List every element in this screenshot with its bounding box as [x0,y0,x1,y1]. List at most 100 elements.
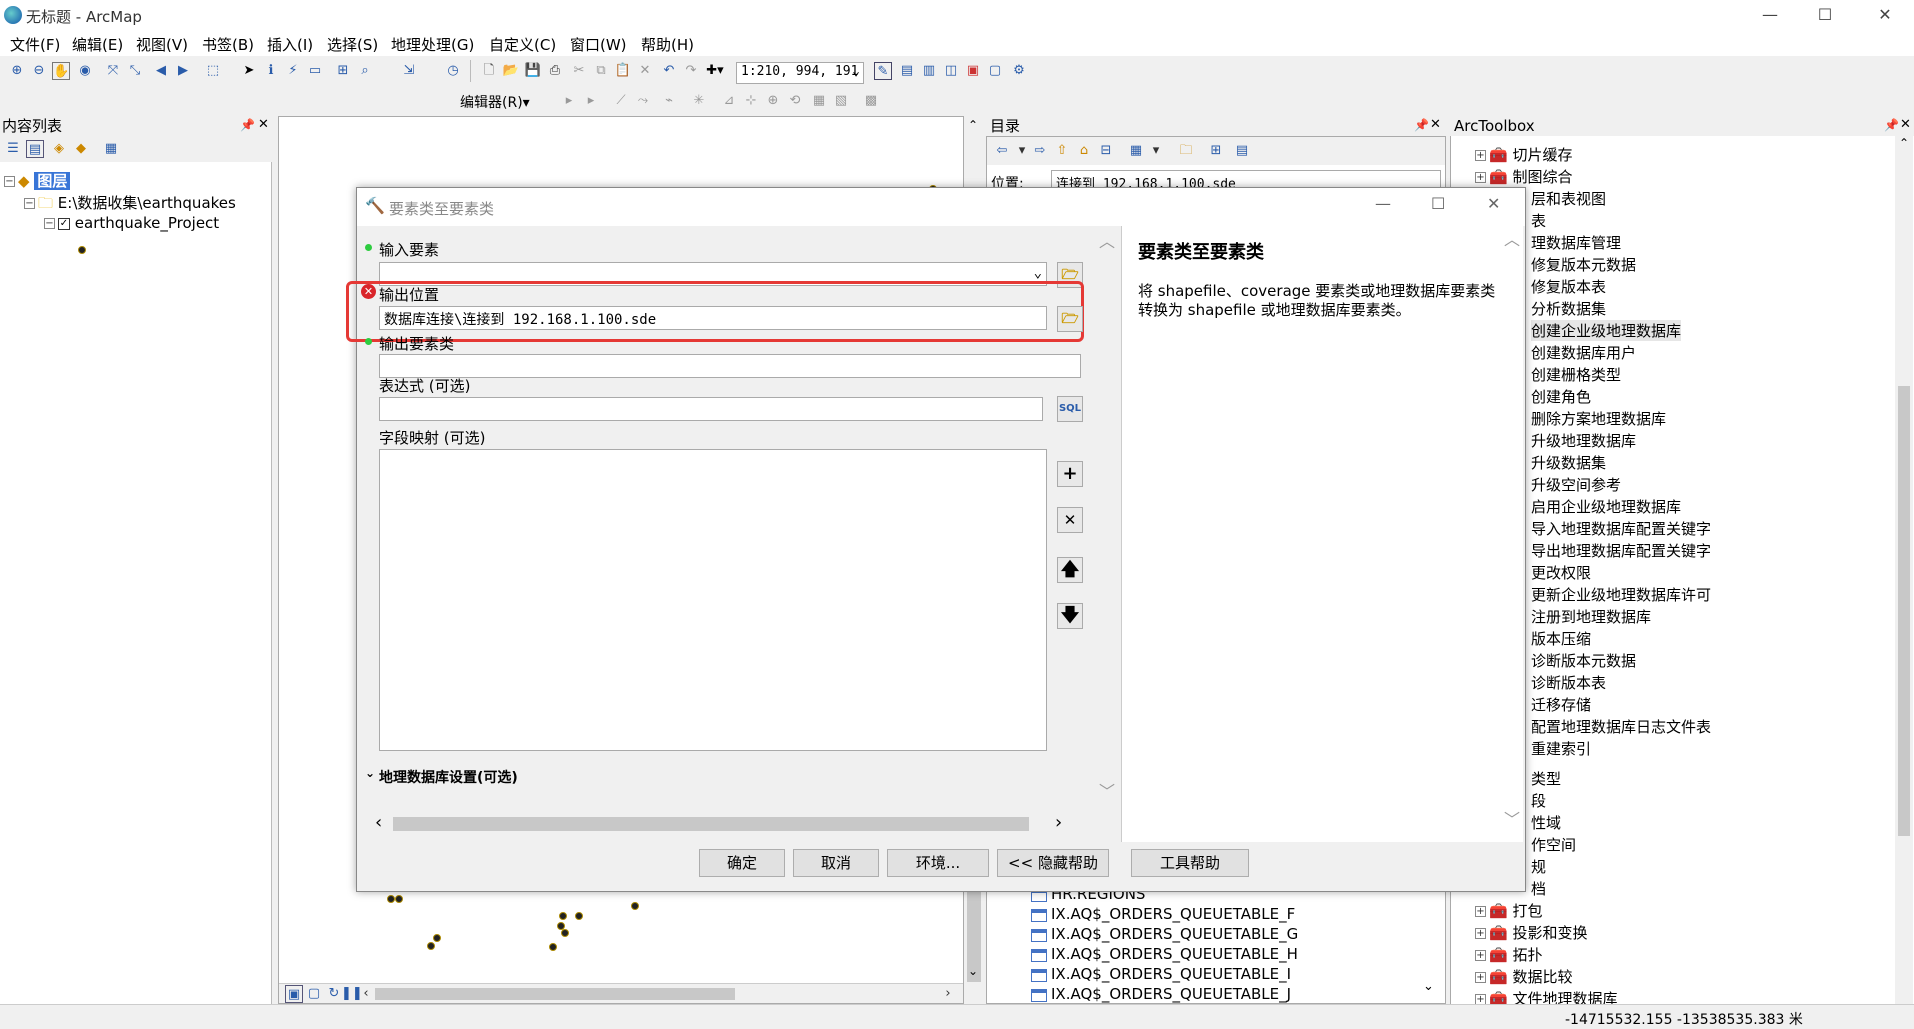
menu-insert[interactable]: 插入(I) [267,34,313,55]
move-down-button[interactable]: 🡇 [1057,603,1083,629]
forward-icon[interactable]: ▶ [174,62,192,80]
toolset-item[interactable]: 段 [1531,790,1546,811]
chevron-down-icon[interactable]: ⌄ [1034,265,1042,281]
maximize-button[interactable]: ☐ [1431,194,1445,213]
full-extent-icon[interactable]: ◉ [76,62,94,80]
tool-item[interactable]: 升级数据集 [1531,452,1606,473]
find-route-icon[interactable]: ⇲ [400,62,418,80]
toolset-item[interactable]: 表 [1531,210,1546,231]
open-icon[interactable]: 📂 [502,62,520,80]
measure-icon[interactable]: ⊞ [334,62,352,80]
catalog-item[interactable]: IX.AQ$_ORDERS_QUEUETABLE_F [1051,905,1295,923]
menu-window[interactable]: 窗口(W) [570,34,627,55]
close-icon[interactable]: ✕ [1900,117,1911,132]
fixed-zoom-out-icon[interactable]: ⤡ [126,62,144,80]
menu-select[interactable]: 选择(S) [327,34,378,55]
model-builder-icon[interactable]: ⚙ [1010,62,1028,80]
rotate-icon[interactable]: ⟲ [786,92,804,110]
hyperlink-icon[interactable]: ⚡ [284,62,302,80]
close-button[interactable]: ✕ [1487,194,1500,213]
tool-item[interactable]: 升级空间参考 [1531,474,1621,495]
trace-icon[interactable]: ⌁ [660,92,678,110]
toolset-item[interactable]: 层和表视图 [1531,188,1606,209]
up-one-level-icon[interactable]: ⇧ [1053,142,1071,160]
vertical-scrollbar[interactable]: ⌃ [1895,136,1913,1004]
expand-icon[interactable]: + [1475,972,1486,983]
expression-field[interactable] [379,397,1043,421]
straight-segment-icon[interactable]: ⟋ [612,92,630,110]
menu-bookmarks[interactable]: 书签(B) [202,34,254,55]
edit-tool-icon[interactable]: ▸ [560,92,578,110]
snapping-icon[interactable]: ✳ [690,92,708,110]
tool-help-button[interactable]: 工具帮助 [1131,849,1249,877]
python-window-icon[interactable]: ▢ [986,62,1004,80]
geodatabase-settings-label[interactable]: 地理数据库设置(可选) [379,767,518,787]
views-icon[interactable]: ▦ [1127,142,1145,160]
tool-item[interactable]: 创建数据库用户 [1531,342,1636,363]
zoom-out-icon[interactable]: ⊖ [30,62,48,80]
data-view-icon[interactable]: ▣ [285,985,303,1003]
menu-geoprocessing[interactable]: 地理处理(G) [391,34,474,55]
expand-icon[interactable]: + [1475,150,1486,161]
minimize-button[interactable]: — [1750,4,1790,26]
tool-item[interactable]: 注册到地理数据库 [1531,606,1651,627]
scroll-up-icon[interactable]: ︿ [1504,226,1520,250]
catalog-item[interactable]: IX.AQ$_ORDERS_QUEUETABLE_J [1051,985,1291,1003]
toolset-item[interactable]: + 🧰 拓扑 [1475,944,1542,965]
arctoolbox-icon[interactable]: ▣ [964,62,982,80]
find-icon[interactable]: ⌕ [356,62,374,80]
scroll-down-icon[interactable]: ⌄ [1423,979,1434,994]
map-scale-combo[interactable]: 1:210, 994, 191 ⌄ [736,62,864,84]
menu-edit[interactable]: 编辑(E) [72,34,123,55]
catalog-item[interactable]: IX.AQ$_ORDERS_QUEUETABLE_I [1051,965,1291,983]
scroll-up-icon[interactable]: ⌃ [968,118,978,132]
vertical-scrollbar-thumb[interactable] [1898,386,1910,836]
field-mapping-list[interactable] [379,449,1047,751]
undo-icon[interactable]: ↶ [660,62,678,80]
sketch-properties-icon[interactable]: ▧ [832,92,850,110]
attributes-icon[interactable]: ▦ [810,92,828,110]
expand-icon[interactable]: + [1475,950,1486,961]
output-feature-class-field[interactable] [379,354,1081,378]
reshape-icon[interactable]: ⊹ [742,92,760,110]
options-icon[interactable]: ▦ [102,140,120,158]
toolset-item[interactable]: 性域 [1531,812,1561,833]
tool-item[interactable]: 分析数据集 [1531,298,1606,319]
toolset-item[interactable]: + 🧰 投影和变换 [1475,922,1587,943]
list-by-source-icon[interactable]: ▤ [26,140,44,158]
tool-item[interactable]: 导出地理数据库配置关键字 [1531,540,1711,561]
chevron-down-icon[interactable]: ▾ [1147,142,1165,160]
toolset-item[interactable]: 作空间 [1531,834,1576,855]
tool-item[interactable]: 启用企业级地理数据库 [1531,496,1681,517]
catalog-item[interactable]: IX.AQ$_ORDERS_QUEUETABLE_G [1051,925,1298,943]
connect-folder-icon[interactable]: ⊟ [1097,142,1115,160]
paste-icon[interactable]: 📋 [614,62,632,80]
tool-item[interactable]: 升级地理数据库 [1531,430,1636,451]
expand-icon[interactable]: + [1475,928,1486,939]
minimize-button[interactable]: — [1375,194,1391,213]
zoom-in-icon[interactable]: ⊕ [8,62,26,80]
time-slider-icon[interactable]: ◷ [444,62,462,80]
pin-icon[interactable]: 📌 [1414,118,1429,132]
menu-view[interactable]: 视图(V) [136,34,188,55]
menu-customize[interactable]: 自定义(C) [489,34,556,55]
expand-icon[interactable]: + [1475,172,1486,183]
split-icon[interactable]: ⊿ [720,92,738,110]
table-of-contents-icon[interactable]: ▤ [898,62,916,80]
tool-item[interactable]: 修复版本元数据 [1531,254,1636,275]
toolset-item[interactable]: + 🧰 打包 [1475,900,1542,921]
toolset-item[interactable]: + 🧰 文件地理数据库 [1475,988,1617,1004]
tool-item[interactable]: 删除方案地理数据库 [1531,408,1666,429]
scroll-right-icon[interactable]: › [1055,812,1062,833]
scroll-down-icon[interactable]: ﹀ [1504,806,1520,830]
tool-item[interactable]: 创建企业级地理数据库 [1531,320,1682,341]
expand-icon[interactable]: + [1475,994,1486,1004]
sketch-tool-icon[interactable]: ⤳ [634,92,652,110]
toggle-contents-icon[interactable]: ⊞ [1207,142,1225,160]
list-by-visibility-icon[interactable]: ◈ [50,140,68,158]
search-window-icon[interactable]: ◫ [942,62,960,80]
add-data-icon[interactable]: ✚▾ [706,62,724,80]
toolset-item[interactable]: 理数据库管理 [1531,232,1621,253]
select-elements-icon[interactable]: ➤ [240,62,258,80]
hide-help-button[interactable]: << 隐藏帮助 [997,849,1109,877]
